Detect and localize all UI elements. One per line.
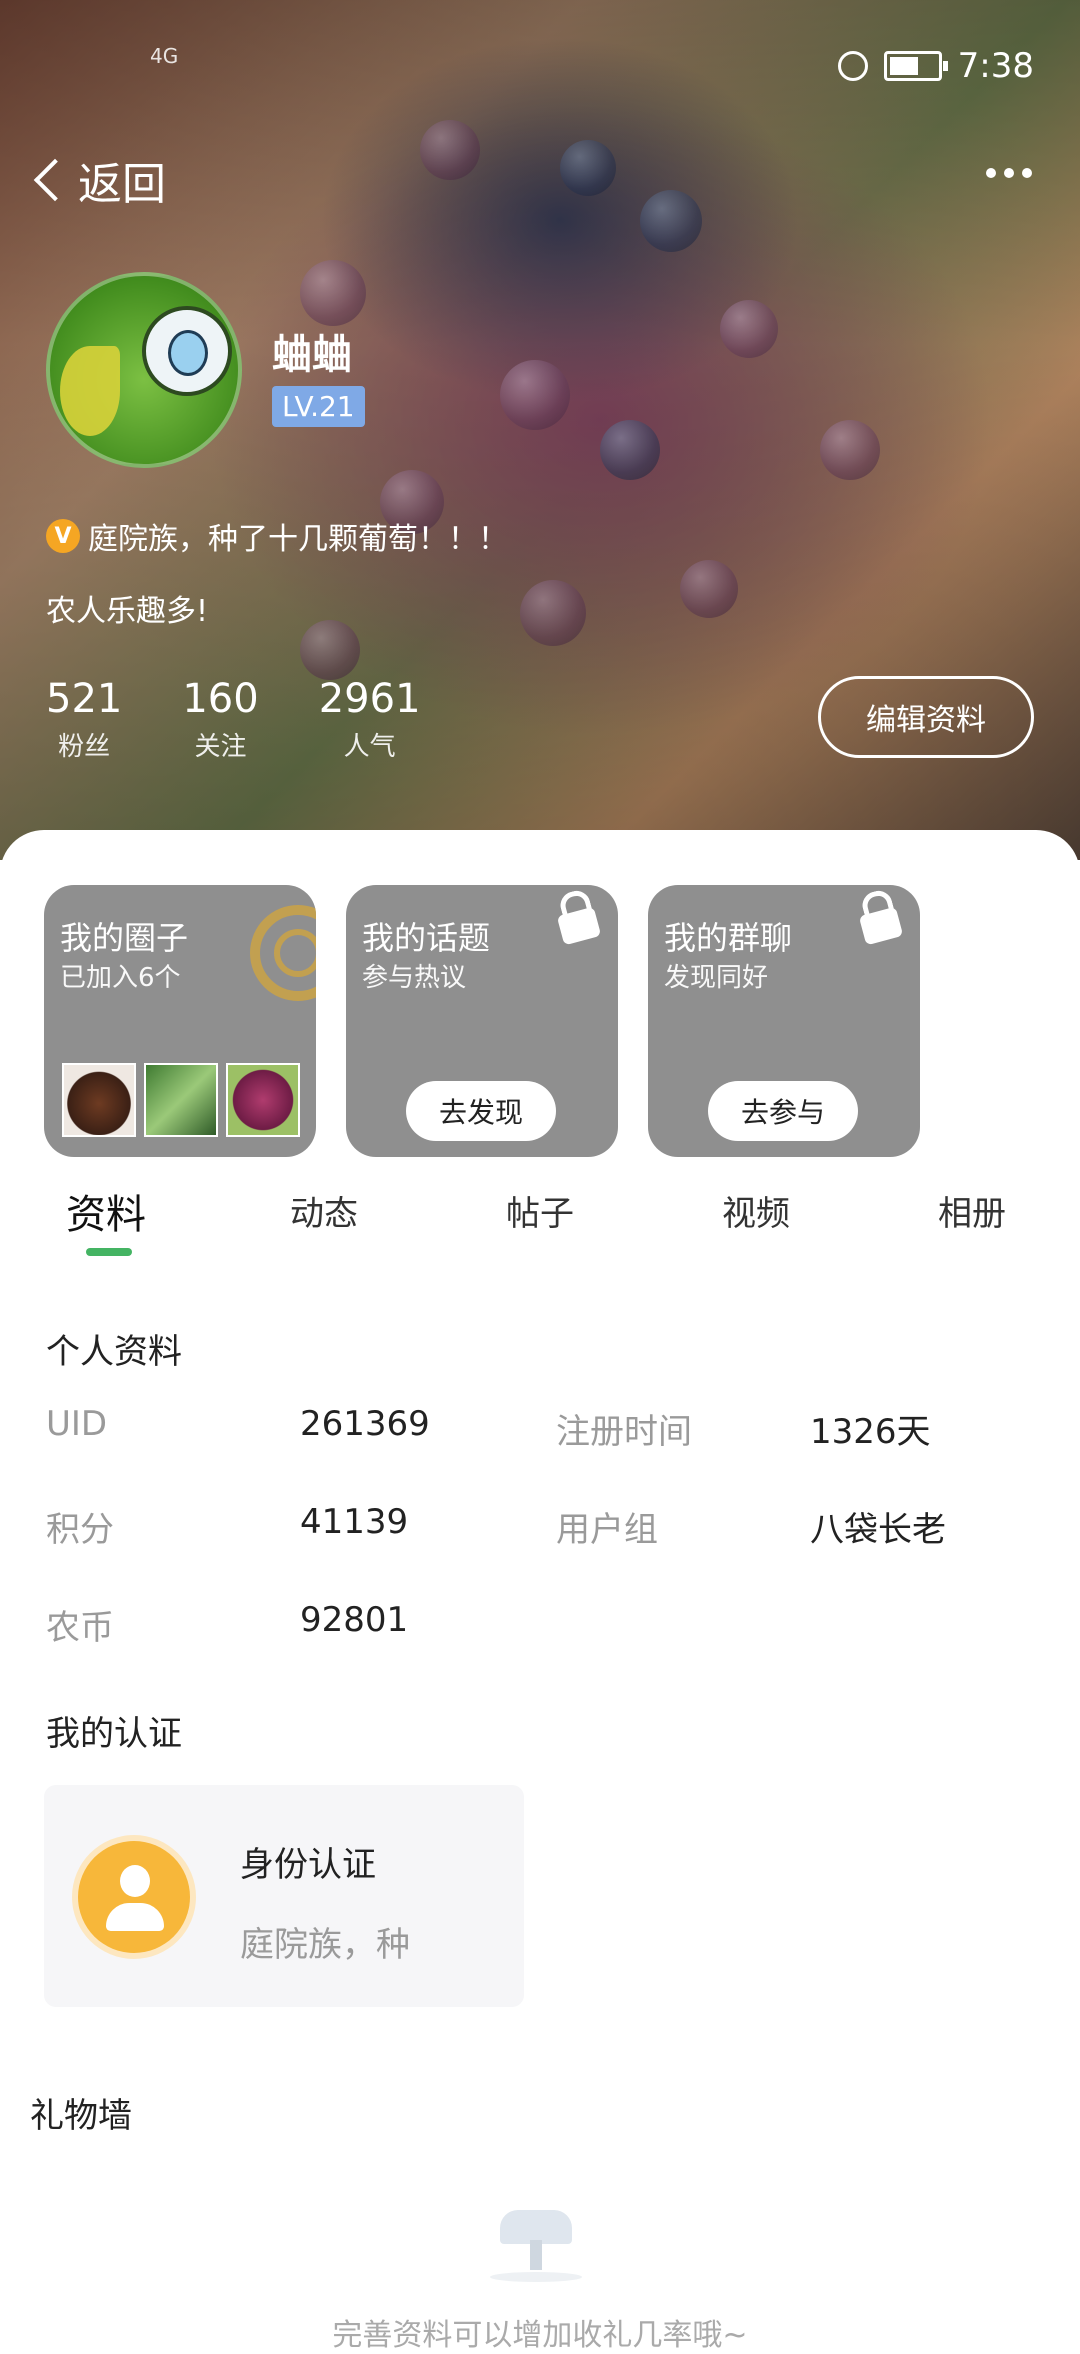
avatar-pupil (168, 330, 208, 376)
uid-value: 261369 (300, 1404, 430, 1444)
register-time-label: 注册时间 (556, 1412, 692, 1452)
mailbox-box (500, 2210, 572, 2244)
user-icon-head (120, 1865, 150, 1897)
card-title: 我的群聊 (664, 919, 793, 957)
card-subtitle: 已加入6个 (60, 963, 181, 993)
profile-tabs: 资料 动态 帖子 视频 相册 (0, 1182, 1080, 1262)
my-circles-card[interactable]: 我的圈子 已加入6个 (44, 885, 316, 1157)
bio-line-2: 农人乐趣多! (46, 594, 209, 629)
level-badge: LV.21 (272, 386, 365, 427)
stat-following[interactable]: 160 关注 (182, 676, 258, 763)
circle-thumbnail[interactable] (226, 1063, 300, 1137)
card-title: 我的圈子 (60, 919, 189, 957)
card-title: 我的话题 (362, 919, 491, 957)
coins-value: 92801 (300, 1600, 409, 1640)
certification-title: 我的认证 (46, 1714, 182, 1754)
stat-value: 2961 (318, 676, 421, 722)
tab-posts[interactable]: 帖子 (506, 1186, 574, 1235)
stat-value: 521 (46, 676, 123, 722)
user-group-value: 八袋长老 (810, 1510, 946, 1550)
points-label: 积分 (46, 1510, 114, 1550)
identity-certification-card[interactable]: 身份认证 庭院族，种 (44, 1785, 524, 2007)
gift-empty-tip: 完善资料可以增加收礼几率哦~ (332, 2318, 748, 2353)
avatar-fin (60, 346, 120, 436)
stat-popularity[interactable]: 2961 人气 (319, 676, 421, 763)
coins-label: 农币 (46, 1608, 114, 1648)
tab-album[interactable]: 相册 (938, 1186, 1006, 1235)
circle-thumbnails (62, 1063, 300, 1137)
card-subtitle: 发现同好 (664, 963, 769, 993)
join-button[interactable]: 去参与 (708, 1081, 858, 1141)
register-time-value: 1326天 (810, 1412, 931, 1452)
auth-card-subtitle: 庭院族，种 (240, 1925, 410, 1965)
avatar[interactable] (46, 272, 242, 468)
my-group-chats-card[interactable]: 我的群聊 发现同好 去参与 (648, 885, 920, 1157)
circle-thumbnail[interactable] (62, 1063, 136, 1137)
stat-fans[interactable]: 521 粉丝 (46, 676, 122, 763)
profile-header: 蛐蛐 LV.21 V 庭院族，种了十几颗葡萄！！！ 农人乐趣多! 521 粉丝 … (0, 0, 1080, 860)
stat-label: 粉丝 (58, 732, 111, 762)
auth-card-title: 身份认证 (240, 1845, 376, 1885)
stat-label: 关注 (194, 732, 247, 762)
circle-ring-icon (250, 905, 316, 1001)
mailbox-post (530, 2240, 542, 2270)
stat-label: 人气 (343, 732, 396, 762)
lock-icon (858, 906, 904, 946)
bio-text: 庭院族，种了十几颗葡萄！！！ (88, 522, 508, 557)
verified-v-icon: V (46, 519, 80, 553)
profile-stats: 521 粉丝 160 关注 2961 人气 (46, 676, 421, 763)
bio-line-1: V 庭院族，种了十几颗葡萄！！！ (46, 514, 508, 558)
card-subtitle: 参与热议 (362, 963, 467, 993)
tab-profile[interactable]: 资料 (66, 1182, 146, 1240)
user-icon (78, 1841, 190, 1953)
tab-activity[interactable]: 动态 (290, 1186, 358, 1235)
circle-thumbnail[interactable] (144, 1063, 218, 1137)
tab-videos[interactable]: 视频 (722, 1186, 790, 1235)
my-topics-card[interactable]: 我的话题 参与热议 去发现 (346, 885, 618, 1157)
lock-icon (556, 906, 602, 946)
personal-info-title: 个人资料 (46, 1332, 182, 1372)
empty-mailbox-icon (490, 2200, 582, 2282)
user-group-label: 用户组 (556, 1510, 658, 1550)
edit-profile-button[interactable]: 编辑资料 (818, 676, 1034, 758)
user-icon-body (106, 1903, 164, 1931)
gift-wall-title: 礼物墙 (30, 2096, 132, 2136)
active-tab-indicator (86, 1248, 132, 1256)
uid-label: UID (46, 1404, 108, 1444)
content-panel: 我的圈子 已加入6个 我的话题 参与热议 去发现 我的群聊 发现同好 去参与 资… (0, 830, 1080, 2353)
mailbox-shadow (490, 2272, 582, 2282)
feature-cards: 我的圈子 已加入6个 我的话题 参与热议 去发现 我的群聊 发现同好 去参与 (44, 885, 920, 1157)
username: 蛐蛐 (272, 332, 352, 378)
stat-value: 160 (182, 676, 259, 722)
points-value: 41139 (300, 1502, 409, 1542)
discover-button[interactable]: 去发现 (406, 1081, 556, 1141)
